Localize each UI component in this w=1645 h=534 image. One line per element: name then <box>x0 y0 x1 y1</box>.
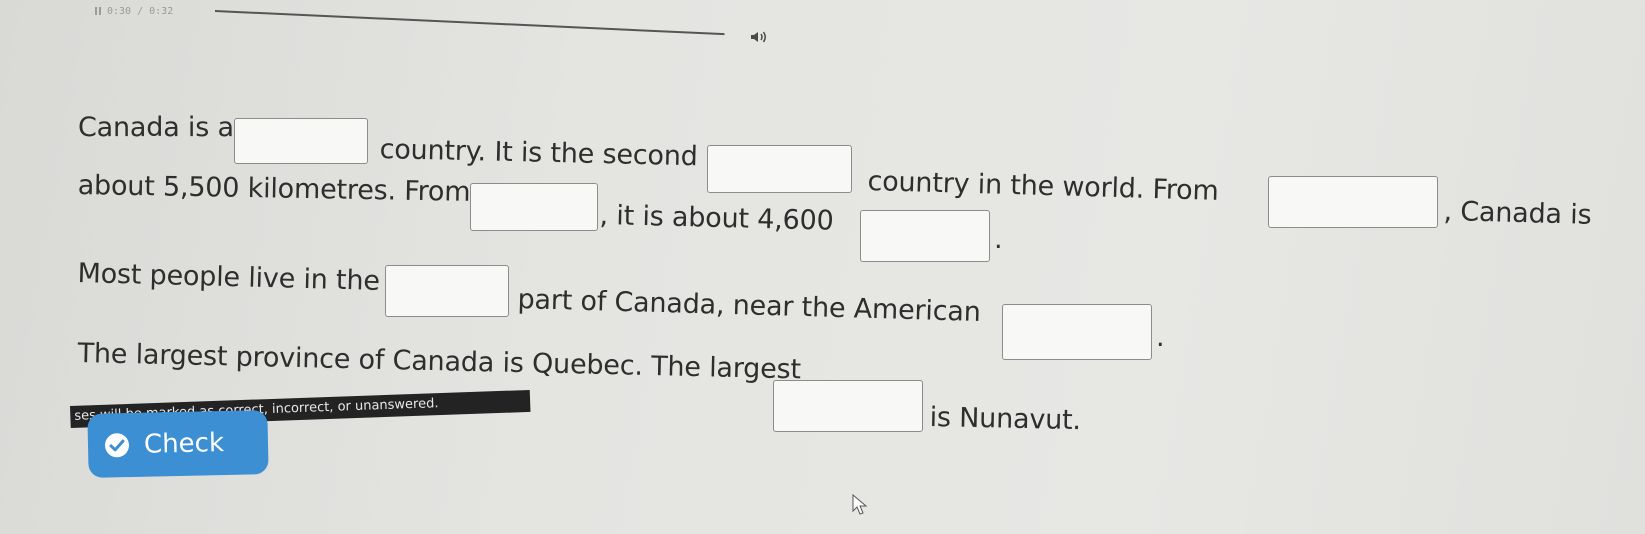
check-circle-icon <box>105 433 130 458</box>
blank-input-8[interactable] <box>773 380 923 432</box>
passage-text: part of Canada, near the American <box>517 284 982 328</box>
blank-input-6[interactable] <box>385 265 509 317</box>
blank-input-5[interactable] <box>860 210 990 262</box>
passage-text: Most people live in the <box>77 258 381 297</box>
blank-input-2[interactable] <box>707 145 852 193</box>
cursor-icon <box>852 494 868 515</box>
passage-text: , Canada is <box>1443 196 1592 231</box>
passage-text: Canada is a <box>78 112 234 143</box>
passage-text: , it is about 4,600 <box>599 200 834 237</box>
blank-input-7[interactable] <box>1002 304 1152 360</box>
passage-text: The largest province of Canada is Quebec… <box>77 338 802 386</box>
passage-text: . <box>1156 322 1165 353</box>
check-button-label: Check <box>143 428 225 460</box>
blank-input-3[interactable] <box>1268 176 1438 228</box>
passage-text: is Nunavut. <box>929 402 1082 437</box>
passage-text: about 5,500 kilometres. From <box>77 170 471 208</box>
passage-text: country in the world. From <box>867 166 1220 207</box>
blank-input-1[interactable] <box>234 118 368 164</box>
passage-text: . <box>994 224 1003 255</box>
passage-text: country. It is the second <box>379 134 698 173</box>
blank-input-4[interactable] <box>470 183 598 231</box>
check-button[interactable]: Check <box>87 410 269 478</box>
